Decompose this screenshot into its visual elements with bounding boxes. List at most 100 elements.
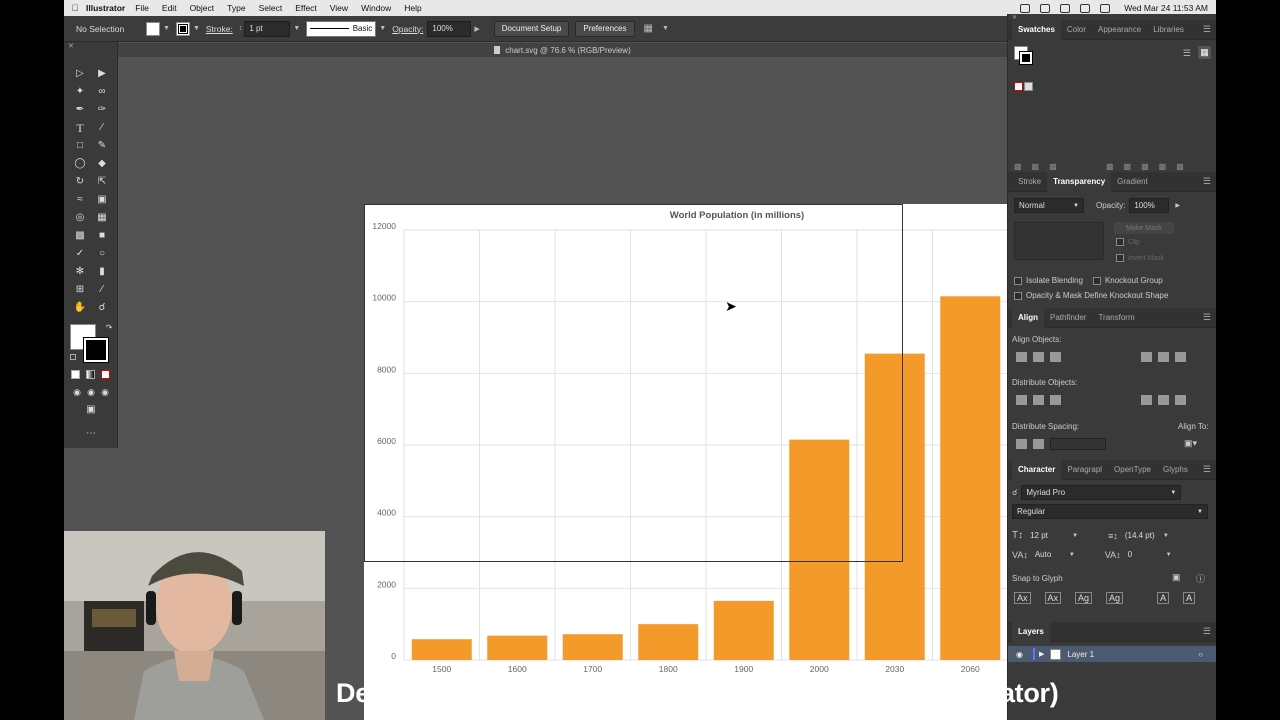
tab-appearance[interactable]: Appearance <box>1092 20 1147 40</box>
chevron-down-icon[interactable]: ▼ <box>293 25 300 32</box>
gradient-tool-icon[interactable]: ■ <box>95 230 109 242</box>
arrange-icon[interactable]: ▦ <box>644 23 653 34</box>
stepper-icon[interactable]: ↕ <box>239 25 243 32</box>
chevron-down-icon[interactable]: ▼ <box>379 25 386 32</box>
direct-selection-tool-icon[interactable]: ▶ <box>95 68 109 80</box>
chevron-down-icon[interactable]: ▼ <box>1069 552 1075 558</box>
align-to-icon[interactable]: ▣▾ <box>1184 438 1197 449</box>
vertical-spacing-icon[interactable] <box>1016 439 1027 449</box>
stroke-swatch[interactable] <box>1019 51 1033 65</box>
paintbrush-icon[interactable]: ✎ <box>95 140 109 152</box>
menu-view[interactable]: View <box>330 3 348 13</box>
eye-icon[interactable]: ◉ <box>1016 650 1023 659</box>
bar-2030[interactable] <box>864 353 925 660</box>
chevron-down-icon[interactable]: ▼ <box>662 25 669 32</box>
gradient-mode-icon[interactable] <box>86 370 95 379</box>
distribute-left-icon[interactable] <box>1141 395 1152 405</box>
tab-glyphs[interactable]: Glyphs <box>1157 460 1194 480</box>
bar-1900[interactable] <box>713 600 774 660</box>
chevron-down-icon[interactable]: ▼ <box>163 25 170 32</box>
tab-swatches[interactable]: Swatches <box>1012 19 1061 40</box>
make-mask-button[interactable]: Make Mask <box>1114 222 1174 234</box>
menu-help[interactable]: Help <box>404 3 421 13</box>
none-mode-icon[interactable] <box>101 370 110 379</box>
status-icon[interactable] <box>1020 3 1031 13</box>
clip-checkbox[interactable] <box>1116 238 1124 246</box>
search-icon[interactable]: ☌ <box>1012 488 1017 497</box>
leading-field[interactable]: (14.4 pt) <box>1121 528 1163 543</box>
draw-mode-icon[interactable]: ◉ <box>70 386 84 398</box>
panel-menu-icon[interactable]: ☰ <box>1203 176 1211 187</box>
opacity-label[interactable]: Opacity: <box>392 24 423 34</box>
font-style-dropdown[interactable]: Regular ▼ <box>1012 504 1208 519</box>
opacity-mask-checkbox[interactable] <box>1014 291 1022 300</box>
swap-colors-icon[interactable]: ↷ <box>102 322 116 334</box>
stroke-label[interactable]: Stroke: <box>206 24 233 34</box>
zoom-tool-icon[interactable]: ☌ <box>95 302 109 314</box>
stroke-color-swatch[interactable] <box>83 337 109 363</box>
chevron-right-icon[interactable]: ▶ <box>1039 650 1044 658</box>
bar-1800[interactable] <box>638 624 699 660</box>
snap-options-icon[interactable]: ▣ <box>1172 572 1181 583</box>
font-family-dropdown[interactable]: Myriad Pro ▼ <box>1021 485 1182 500</box>
distribute-top-icon[interactable] <box>1016 395 1027 405</box>
draw-inside-icon[interactable]: ◉ <box>98 386 112 398</box>
info-icon[interactable]: ⓘ <box>1196 572 1205 585</box>
status-icon[interactable] <box>1040 3 1051 13</box>
grid-view-icon[interactable]: ▦ <box>1198 46 1211 59</box>
free-transform-icon[interactable]: ▣ <box>95 194 109 206</box>
tab-character[interactable]: Character <box>1012 459 1062 480</box>
tab-color[interactable]: Color <box>1061 20 1092 40</box>
blend-tool-icon[interactable]: ○ <box>95 248 109 260</box>
chevron-down-icon[interactable]: ▼ <box>193 25 200 32</box>
magic-wand-icon[interactable]: ✦ <box>73 86 87 98</box>
target-icon[interactable]: ○ <box>1198 650 1203 659</box>
artboard-tool-icon[interactable]: ⊞ <box>73 284 87 296</box>
menu-type[interactable]: Type <box>227 3 245 13</box>
distribute-right-icon[interactable] <box>1175 395 1186 405</box>
warp-tool-icon[interactable]: ≈ <box>73 194 87 206</box>
bar-1700[interactable] <box>562 634 623 660</box>
chevron-down-icon[interactable]: ▼ <box>1072 533 1078 539</box>
bar-1600[interactable] <box>487 635 548 660</box>
align-bottom-icon[interactable] <box>1175 352 1186 362</box>
tab-layers[interactable]: Layers <box>1012 621 1050 642</box>
tab-paragraph[interactable]: Paragrapl <box>1061 460 1108 480</box>
menu-select[interactable]: Select <box>259 3 283 13</box>
tab-libraries[interactable]: Libraries <box>1147 20 1190 40</box>
snap-glyph-bounds-icon[interactable]: Ag <box>1075 592 1093 604</box>
rectangle-tool-icon[interactable]: □ <box>73 140 87 152</box>
hand-tool-icon[interactable]: ✋ <box>73 302 87 314</box>
tab-pathfinder[interactable]: Pathfinder <box>1044 308 1092 328</box>
scale-tool-icon[interactable]: ⇱ <box>95 176 109 188</box>
swatch-folder-icons[interactable]: ▩▩▩▩▩ <box>1106 162 1194 171</box>
eyedropper-icon[interactable]: ✓ <box>73 248 87 260</box>
menu-effect[interactable]: Effect <box>295 3 317 13</box>
document-tab[interactable]: chart.svg @ 76.6 % (RGB/Preview) <box>118 43 1007 57</box>
align-left-icon[interactable] <box>1016 352 1027 362</box>
type-tool-icon[interactable]: T <box>73 122 87 134</box>
line-tool-icon[interactable]: ∕ <box>95 122 109 134</box>
eraser-icon[interactable]: ◆ <box>95 158 109 170</box>
spacing-field[interactable] <box>1050 438 1106 450</box>
chevron-down-icon[interactable]: ▼ <box>1163 533 1169 539</box>
menu-object[interactable]: Object <box>190 3 215 13</box>
opacity-field[interactable]: 100% <box>427 20 472 37</box>
align-center-icon[interactable] <box>1033 352 1044 362</box>
tab-opentype[interactable]: OpenType <box>1108 460 1157 480</box>
tab-transform[interactable]: Transform <box>1092 308 1140 328</box>
tab-transparency[interactable]: Transparency <box>1047 171 1112 192</box>
distribute-hcenter-icon[interactable] <box>1158 395 1169 405</box>
perspective-grid-icon[interactable]: ▦ <box>95 212 109 224</box>
align-middle-icon[interactable] <box>1158 352 1169 362</box>
shape-builder-icon[interactable]: ◎ <box>73 212 87 224</box>
pen-tool-icon[interactable]: ✒ <box>73 104 87 116</box>
stroke-weight-field[interactable]: 1 pt <box>244 20 291 37</box>
rotate-tool-icon[interactable]: ↻ <box>73 176 87 188</box>
panel-menu-icon[interactable]: ☰ <box>1203 464 1211 475</box>
distribute-bottom-icon[interactable] <box>1050 395 1061 405</box>
registration-swatch[interactable] <box>1024 82 1033 91</box>
chevron-right-icon[interactable]: ▶ <box>474 25 479 33</box>
panel-menu-icon[interactable]: ☰ <box>1203 24 1211 35</box>
bar-2060[interactable] <box>940 296 1001 660</box>
